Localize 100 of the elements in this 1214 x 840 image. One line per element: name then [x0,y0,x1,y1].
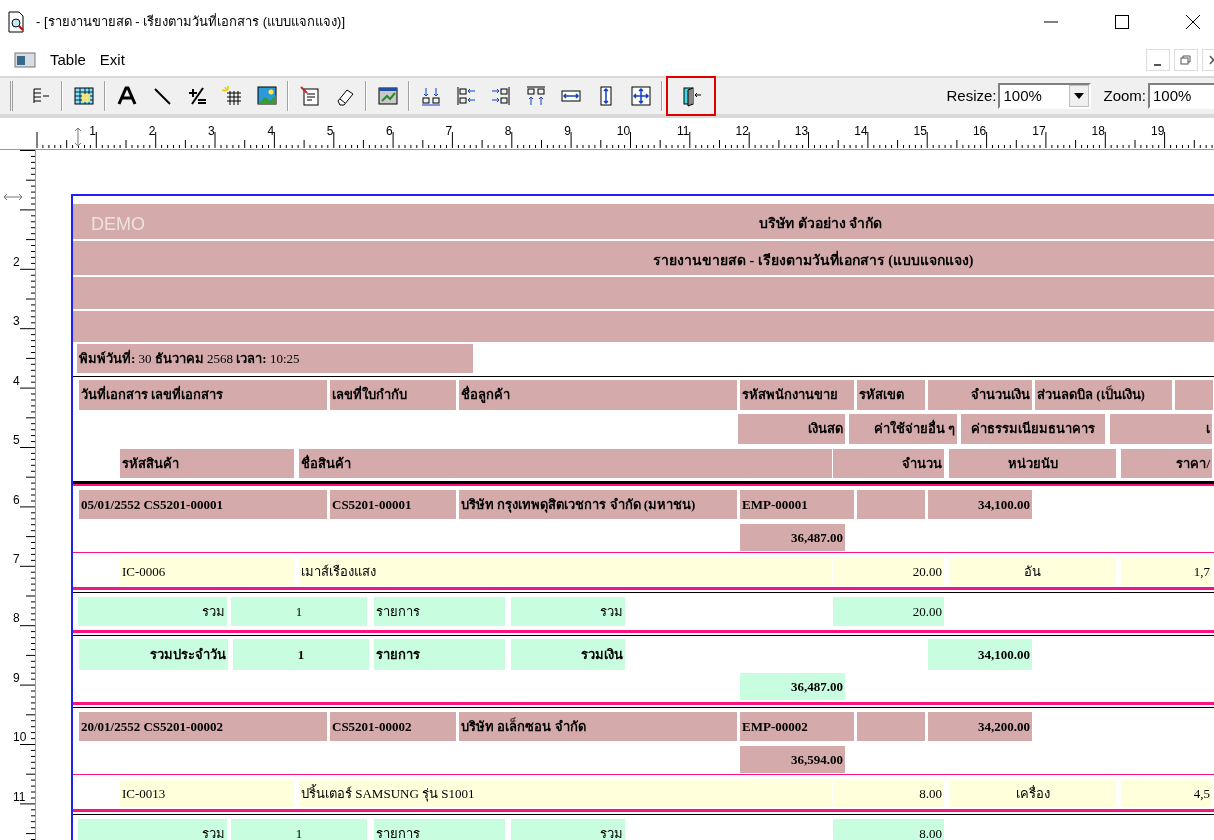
minimize-icon[interactable] [1146,49,1170,71]
report-field: ค่าธรรมเนียมธนาคาร [961,414,1105,444]
ruler-number: 11 [677,125,690,137]
report-field: 36,487.00 [740,524,845,551]
ruler-number: 12 [735,125,749,137]
report-field: เครื่อง [949,780,1116,807]
report-field: 34,100.00 [928,490,1032,519]
report-field: 36,487.00 [740,673,845,700]
report-field: รายการ [374,819,505,840]
report-field: เงินสด [738,414,845,444]
report-field: เ [1110,414,1212,444]
menu-item[interactable]: Table [50,48,86,72]
report-field: 20.00 [833,558,944,585]
report-field: IC-0013 [120,780,294,807]
report-field: รวม [511,819,625,840]
resize-dropdown[interactable]: 100% [998,83,1092,109]
picture-icon [255,85,278,107]
report-field: รายการ [374,597,505,626]
report-field: บริษัท กรุงเทพดุสิตเวชการ จำกัด (มหาชน) [459,490,737,519]
report-field [857,490,925,519]
report-field: 1 [233,639,369,670]
report-field: รหัสเขต [857,380,925,410]
report-field: 1 [231,819,367,840]
report-field [857,712,925,741]
ruler-number: 8 [13,612,20,625]
report-field: ส่วนลดบิล (เป็นเงิน) [1035,380,1172,410]
report-field: เมาส์เรืองแสง [299,558,832,585]
report-field: 05/01/2552 CS5201-00001 [79,490,327,519]
ruler-number: 9 [13,671,20,684]
ruler-number: 17 [1032,125,1046,137]
margin-marker-icon[interactable] [73,126,83,148]
report-field: อัน [949,558,1116,585]
ruler-number: 11 [13,790,26,803]
ruler-number: 5 [13,434,20,447]
report-field: IC-0006 [120,558,294,585]
ruler-number: 4 [13,374,20,387]
ruler-number: 13 [794,125,809,137]
ruler-number: 3 [208,125,215,137]
ruler-number: 8 [504,125,512,137]
ruler-number: 10 [616,125,631,137]
text-icon [115,85,138,107]
report-field: 20.00 [833,597,944,626]
report-field: CS5201-00001 [330,490,456,519]
report-field: ชื่อลูกค้า [459,380,737,410]
report-field: รวม [78,819,227,840]
maximize-icon[interactable] [1114,14,1130,30]
grid-icon [220,85,243,107]
report-field: เลขที่ใบกำกับ [330,380,456,410]
report-field: ปริ้นเตอร์ SAMSUNG รุ่น S1001 [299,780,832,807]
window-title: - [รายงานขายสด - เรียงตามวันที่เอกสาร (แบบแจกแจง)] [36,12,345,32]
report-field: 8.00 [833,780,944,807]
report-field: 34,100.00 [928,639,1032,670]
report-preview-icon [6,11,26,33]
menu-item[interactable]: Exit [99,48,125,72]
report-field: ชื่อสินค้า [299,449,832,478]
report-field: 36,594.00 [740,746,845,773]
report-field: 4,5 [1121,780,1212,807]
align-bottom-icon [419,85,442,107]
window-icon [376,85,399,107]
align-top-icon [524,85,547,107]
document-icon [298,85,321,107]
ruler-number: 18 [1091,125,1105,137]
report-field: รวมเงิน [511,639,625,670]
door-icon [680,85,702,107]
margin-marker-icon[interactable] [2,192,24,202]
table-icon [72,85,95,107]
report-field: 1,7 [1121,558,1212,585]
dropdown-arrow-icon[interactable] [1074,93,1085,99]
ruler-number: 6 [13,493,20,506]
report-field: 8.00 [833,819,944,840]
ruler-number: 14 [854,125,868,137]
ruler-number: 6 [386,125,393,137]
ruler-number: 4 [267,125,275,137]
report-title: รายงานขายสด - เรียงตามวันที่เอกสาร (แบบแจกแจง) [653,250,974,271]
ruler-number: 1 [89,125,96,137]
report-field: EMP-00002 [740,712,854,741]
move-icon [629,85,652,107]
resize-label: Resize: [946,85,997,106]
close-icon[interactable] [1185,14,1201,30]
report-field: EMP-00001 [740,490,854,519]
report-field: 20/01/2552 CS5201-00002 [79,712,327,741]
company-name: บริษัท ตัวอย่าง จำกัด [759,215,882,233]
ruler-number: 16 [972,125,987,137]
ruler-number: 2 [148,125,156,137]
ruler-number: 3 [13,315,20,328]
ruler-number: 7 [445,125,453,137]
report-field: จำนวนเงิน [928,380,1032,410]
ruler-number: 2 [13,256,20,268]
report-field: 34,200.00 [928,712,1032,741]
ruler-number: 7 [13,553,20,565]
report-field: รวมประจำวัน [79,639,228,670]
align-right-icon [489,85,512,107]
zoom-field[interactable]: 100% [1148,83,1214,109]
report-field: ราคา/ [1121,449,1212,478]
window-icon [14,52,36,68]
ruler-number: 15 [913,125,927,137]
report-field: รายการ [374,639,505,670]
report-field [1175,380,1213,410]
report-field: วันที่เอกสาร เลขที่เอกสาร [79,380,327,410]
ruler-number: 9 [564,125,571,137]
